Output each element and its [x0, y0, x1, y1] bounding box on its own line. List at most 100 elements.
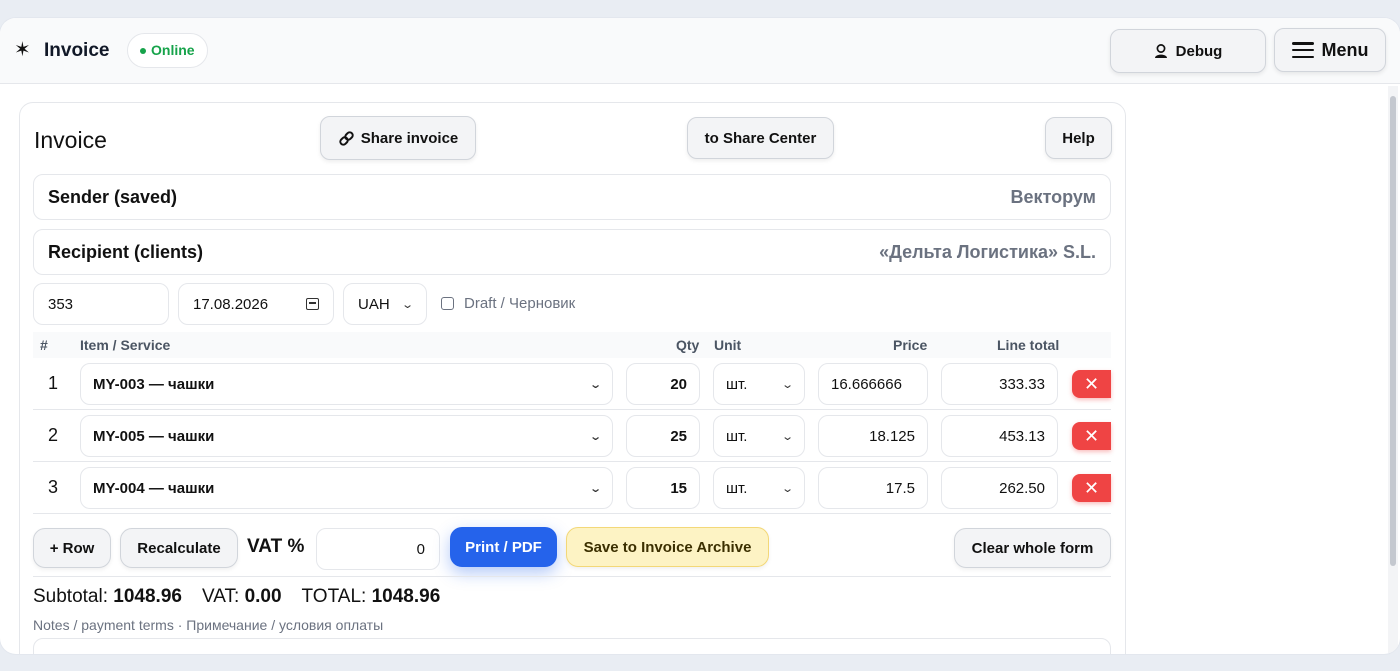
vat-label: VAT % — [247, 536, 305, 557]
help-button[interactable]: Help — [1045, 117, 1112, 159]
divider — [33, 576, 1111, 577]
action-bar: + Row Recalculate VAT % 0 Print / PDF Sa… — [20, 526, 1127, 570]
close-icon: ✕ — [1083, 477, 1100, 498]
app-logo-icon: ✶ — [14, 39, 31, 61]
totals-summary: Subtotal: 1048.96 VAT: 0.00 TOTAL: 1048.… — [33, 586, 440, 608]
price-input[interactable]: 17.5 — [818, 467, 928, 509]
invoice-number-input[interactable]: 353 — [33, 283, 169, 325]
draft-label: Draft / Черновик — [464, 295, 576, 312]
sender-selector[interactable]: Sender (saved) Векторум — [33, 174, 1111, 220]
menu-label: Menu — [1321, 39, 1369, 60]
draft-checkbox-wrap[interactable]: Draft / Черновик — [441, 295, 575, 312]
grand-total: TOTAL: 1048.96 — [302, 586, 441, 608]
item-value: MY-005 — чашки — [93, 427, 215, 445]
currency-select[interactable]: UAH ⌄ — [343, 283, 427, 325]
chevron-down-icon: ⌄ — [588, 378, 602, 391]
draft-checkbox[interactable] — [441, 297, 454, 310]
status-badge: Online — [127, 33, 208, 68]
delete-row-button[interactable]: ✕ — [1072, 474, 1111, 502]
scrollbar-thumb[interactable] — [1390, 96, 1396, 566]
sender-value: Векторум — [1010, 186, 1096, 207]
line-total-field: 453.13 — [941, 415, 1058, 457]
line-total-field: 262.50 — [941, 467, 1058, 509]
save-archive-button[interactable]: Save to Invoice Archive — [566, 527, 769, 567]
qty-input[interactable]: 25 — [626, 415, 700, 457]
unit-select[interactable]: шт. ⌄ — [713, 415, 805, 457]
notes-label: Notes / payment terms · Примечание / усл… — [33, 617, 384, 633]
grand-total-value: 1048.96 — [371, 586, 441, 607]
grand-total-label: TOTAL: — [301, 586, 367, 607]
chevron-down-icon: ⌄ — [588, 482, 602, 495]
app-window: ✶ Invoice Online Debug Menu Invoice Shar… — [0, 18, 1400, 654]
recipient-label: Recipient (clients) — [48, 241, 204, 262]
chevron-down-icon: ⌄ — [780, 378, 794, 391]
unit-select[interactable]: шт. ⌄ — [713, 363, 805, 405]
subtotal: Subtotal: 1048.96 — [33, 586, 182, 608]
link-icon — [339, 130, 354, 146]
close-icon: ✕ — [1083, 373, 1100, 394]
notes-textarea[interactable]: 17.08.2026 07:30 — [33, 638, 1111, 654]
row-number: 1 — [48, 373, 59, 393]
line-total-field: 333.33 — [941, 363, 1058, 405]
item-value: MY-004 — чашки — [93, 479, 215, 497]
item-select[interactable]: MY-003 — чашки ⌄ — [80, 363, 613, 405]
chevron-down-icon: ⌄ — [780, 482, 794, 495]
sender-label: Sender (saved) — [48, 186, 178, 207]
share-center-button[interactable]: to Share Center — [687, 117, 834, 159]
item-select[interactable]: MY-004 — чашки ⌄ — [80, 467, 613, 509]
qty-input[interactable]: 20 — [626, 363, 700, 405]
vat-input[interactable]: 0 — [316, 528, 440, 570]
user-icon — [1154, 43, 1167, 58]
unit-value: шт. — [726, 427, 748, 445]
price-input[interactable]: 16.666666 — [818, 363, 928, 405]
unit-value: шт. — [726, 375, 748, 393]
header-total: Line total — [997, 337, 1060, 353]
row-number: 2 — [48, 425, 59, 445]
share-invoice-label: Share invoice — [360, 129, 459, 147]
header-price: Price — [893, 337, 928, 353]
unit-select[interactable]: шт. ⌄ — [713, 467, 805, 509]
row-number: 3 — [48, 477, 59, 497]
delete-row-button[interactable]: ✕ — [1072, 370, 1111, 398]
hamburger-icon — [1291, 42, 1314, 58]
item-select[interactable]: MY-005 — чашки ⌄ — [80, 415, 613, 457]
invoice-date-value: 17.08.2026 — [193, 295, 269, 313]
vat-total: VAT: 0.00 — [202, 586, 282, 608]
debug-button[interactable]: Debug — [1110, 29, 1266, 73]
page-title: Invoice — [34, 127, 107, 153]
invoice-card: Invoice Share invoice to Share Center He… — [19, 102, 1126, 654]
chevron-down-icon: ⌄ — [588, 430, 602, 443]
status-dot-icon — [140, 47, 146, 54]
currency-value: UAH — [358, 295, 390, 313]
table-row: 3 MY-004 — чашки ⌄ 15 шт. ⌄ 17.5 262.50 … — [33, 462, 1111, 514]
close-icon: ✕ — [1083, 425, 1100, 446]
add-row-button[interactable]: + Row — [33, 528, 111, 568]
header-qty: Qty — [676, 337, 700, 353]
subtotal-label: Subtotal: — [33, 586, 108, 607]
vat-total-value: 0.00 — [244, 586, 282, 607]
debug-label: Debug — [1175, 42, 1223, 60]
price-input[interactable]: 18.125 — [818, 415, 928, 457]
share-invoice-button[interactable]: Share invoice — [320, 116, 476, 160]
header-unit: Unit — [714, 337, 742, 353]
table-row: 1 MY-003 — чашки ⌄ 20 шт. ⌄ 16.666666 33… — [33, 358, 1111, 410]
delete-row-button[interactable]: ✕ — [1072, 422, 1111, 450]
table-row: 2 MY-005 — чашки ⌄ 25 шт. ⌄ 18.125 453.1… — [33, 410, 1111, 462]
qty-input[interactable]: 15 — [626, 467, 700, 509]
status-text: Online — [151, 42, 195, 58]
menu-button[interactable]: Menu — [1274, 28, 1386, 72]
clear-form-button[interactable]: Clear whole form — [954, 528, 1111, 568]
print-pdf-button[interactable]: Print / PDF — [450, 527, 557, 567]
recipient-selector[interactable]: Recipient (clients) «Дельта Логистика» S… — [33, 229, 1111, 275]
chevron-down-icon: ⌄ — [780, 430, 794, 443]
recalculate-button[interactable]: Recalculate — [120, 528, 238, 568]
table-header: # Item / Service Qty Unit Price Line tot… — [33, 332, 1111, 358]
subtotal-value: 1048.96 — [113, 586, 182, 607]
calendar-icon[interactable] — [306, 298, 319, 310]
recipient-value: «Дельта Логистика» S.L. — [879, 241, 1096, 262]
chevron-down-icon: ⌄ — [400, 298, 414, 311]
invoice-date-input[interactable]: 17.08.2026 — [178, 283, 334, 325]
unit-value: шт. — [726, 479, 748, 497]
header-num: # — [40, 337, 48, 353]
app-title: Invoice — [44, 40, 110, 61]
